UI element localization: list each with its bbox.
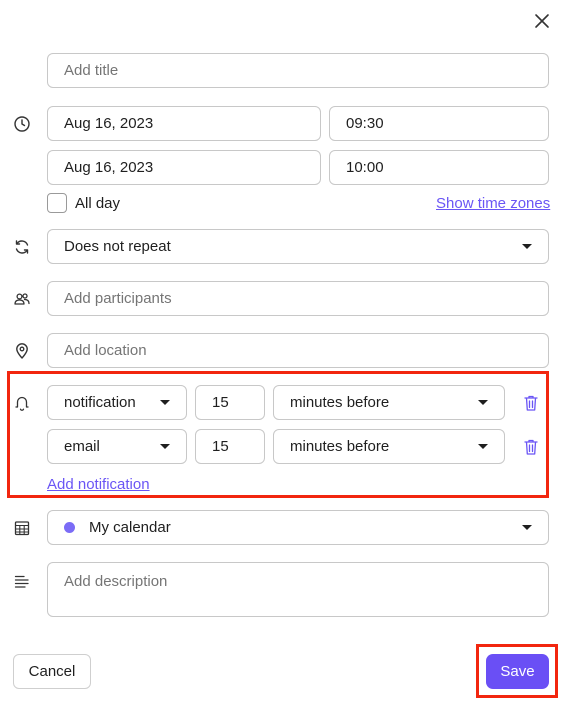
add-notification-link[interactable]: Add notification — [47, 476, 150, 493]
start-date-value: Aug 16, 2023 — [64, 115, 154, 132]
delete-notification-button[interactable] — [523, 394, 539, 412]
participants-input[interactable] — [47, 281, 549, 316]
trash-icon — [524, 395, 538, 411]
calendar-value: My calendar — [89, 519, 171, 536]
trash-icon — [524, 439, 538, 455]
notification-amount-value: 15 — [212, 438, 229, 455]
participants-icon — [13, 290, 31, 308]
location-input[interactable] — [47, 333, 549, 368]
notification-amount-input[interactable]: 15 — [195, 429, 265, 464]
chevron-down-icon — [522, 244, 532, 249]
notification-type-select[interactable]: notification — [47, 385, 187, 420]
notification-unit-value: minutes before — [290, 394, 390, 411]
close-icon — [535, 14, 549, 28]
description-icon — [13, 572, 31, 590]
chevron-down-icon — [478, 400, 488, 405]
save-button[interactable]: Save — [486, 654, 549, 689]
start-date-field[interactable]: Aug 16, 2023 — [47, 106, 321, 141]
calendar-color-dot — [64, 522, 75, 533]
show-time-zones-link[interactable]: Show time zones — [436, 195, 550, 212]
calendar-select[interactable]: My calendar — [47, 510, 549, 545]
close-button[interactable] — [533, 12, 551, 30]
end-date-value: Aug 16, 2023 — [64, 159, 154, 176]
chevron-down-icon — [478, 444, 488, 449]
cancel-button[interactable]: Cancel — [13, 654, 91, 689]
repeat-value: Does not repeat — [64, 238, 171, 255]
end-time-field[interactable]: 10:00 — [329, 150, 549, 185]
end-date-field[interactable]: Aug 16, 2023 — [47, 150, 321, 185]
delete-notification-button[interactable] — [523, 438, 539, 456]
notification-unit-select[interactable]: minutes before — [273, 429, 505, 464]
notification-amount-input[interactable]: 15 — [195, 385, 265, 420]
clock-icon — [13, 115, 31, 133]
start-time-value: 09:30 — [346, 115, 384, 132]
calendar-select-content: My calendar — [64, 519, 171, 536]
end-time-value: 10:00 — [346, 159, 384, 176]
notification-unit-value: minutes before — [290, 438, 390, 455]
notification-type-select[interactable]: email — [47, 429, 187, 464]
notification-unit-select[interactable]: minutes before — [273, 385, 505, 420]
notification-type-value: email — [64, 438, 100, 455]
all-day-checkbox[interactable] — [47, 193, 67, 213]
calendar-icon — [13, 519, 31, 537]
start-time-field[interactable]: 09:30 — [329, 106, 549, 141]
chevron-down-icon — [522, 525, 532, 530]
title-input[interactable] — [47, 53, 549, 88]
notification-type-value: notification — [64, 394, 136, 411]
location-pin-icon — [13, 342, 31, 360]
repeat-select[interactable]: Does not repeat — [47, 229, 549, 264]
description-input[interactable] — [47, 562, 549, 617]
bell-icon — [13, 394, 31, 412]
repeat-icon — [13, 238, 31, 256]
chevron-down-icon — [160, 444, 170, 449]
notification-amount-value: 15 — [212, 394, 229, 411]
all-day-label: All day — [75, 195, 121, 212]
chevron-down-icon — [160, 400, 170, 405]
